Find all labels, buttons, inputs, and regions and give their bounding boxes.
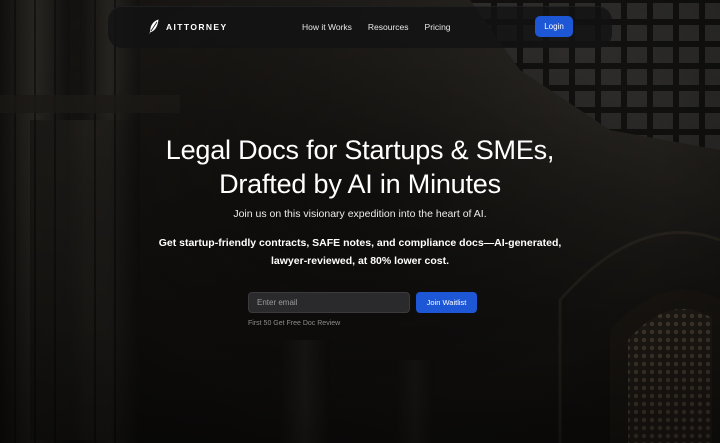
- join-waitlist-button[interactable]: Join Waitlist: [416, 292, 477, 313]
- hero-subtitle: Join us on this visionary expedition int…: [233, 208, 487, 220]
- login-button[interactable]: Login: [535, 16, 573, 37]
- hero-title-line-1: Legal Docs for Startups & SMEs,: [165, 135, 555, 165]
- nav-links: How it Works Resources Pricing: [302, 22, 451, 32]
- email-input[interactable]: [248, 292, 410, 313]
- hero-title-line-2: Drafted by AI in Minutes: [219, 169, 501, 199]
- hero-description: Get startup-friendly contracts, SAFE not…: [158, 237, 562, 267]
- top-navbar: AITTORNEY How it Works Resources Pricing…: [108, 6, 612, 48]
- hero-title: Legal Docs for Startups & SMEs, Drafted …: [0, 133, 720, 201]
- brand-name: AITTORNEY: [166, 22, 228, 32]
- nav-link-resources[interactable]: Resources: [368, 22, 409, 32]
- hero-background: [0, 0, 720, 443]
- nav-link-pricing[interactable]: Pricing: [425, 22, 451, 32]
- quill-feather-icon: [149, 19, 159, 35]
- promo-text: First 50 Get Free Doc Review: [248, 320, 341, 327]
- nav-link-how-it-works[interactable]: How it Works: [302, 22, 352, 32]
- brand-logo[interactable]: AITTORNEY: [148, 19, 228, 35]
